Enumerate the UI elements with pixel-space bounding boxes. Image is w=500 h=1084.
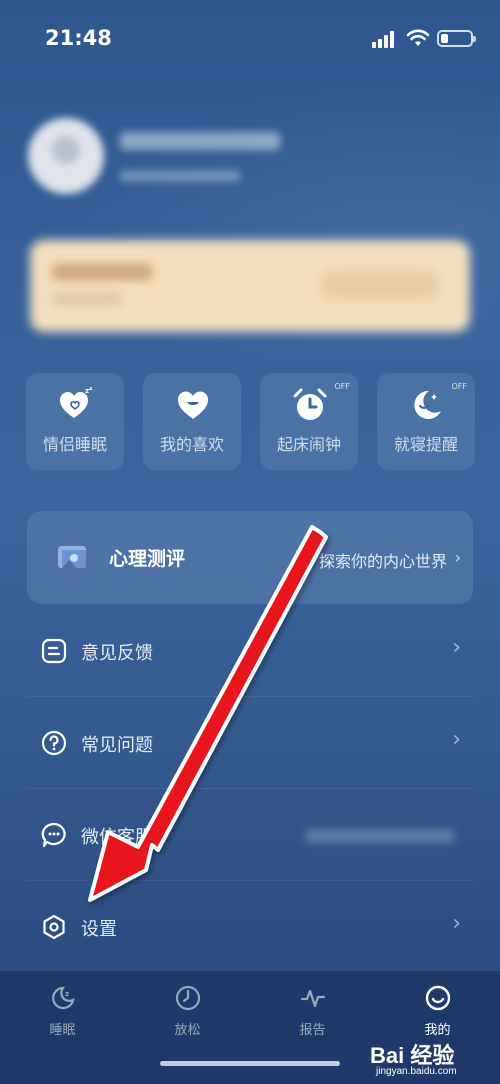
svg-text:z: z: [89, 387, 93, 392]
menu-item-feedback[interactable]: 意见反馈 ›: [27, 605, 473, 697]
psych-test-image-icon: [47, 532, 97, 582]
quick-actions: z z 情侣睡眠 我的喜欢 OFF 起床闹钟 OFF 就寝提醒: [26, 373, 480, 470]
moon-icon: [414, 390, 441, 419]
settings-menu: 意见反馈 › 常见问题 › 微信客服 设置 ›: [27, 605, 473, 972]
quick-couple-sleep[interactable]: z z 情侣睡眠: [26, 373, 124, 470]
battery-icon: [437, 30, 476, 47]
baidu-watermark: Bai 经验 jingyan.baidu.com: [370, 1038, 490, 1080]
quick-my-favorites[interactable]: 我的喜欢: [143, 373, 241, 470]
bedtime-off-badge: OFF: [451, 382, 468, 391]
wifi-icon: [406, 29, 430, 46]
psych-test-subtitle: 探索你的内心世界: [318, 552, 447, 571]
user-sub-blurred: [120, 170, 240, 182]
quick-bedtime-reminder[interactable]: OFF 就寝提醒: [377, 373, 475, 470]
feedback-icon: [41, 638, 67, 664]
heart-smile-icon: [178, 391, 208, 419]
relax-icon: [175, 985, 201, 1011]
wechat-service-icon: [41, 822, 66, 848]
profile-smile-icon: [425, 985, 451, 1011]
status-bar: 21:48: [0, 0, 500, 80]
home-indicator[interactable]: [160, 1061, 340, 1066]
sleep-moon-icon: z: [52, 986, 75, 1010]
watermark-url: jingyan.baidu.com: [376, 1066, 457, 1077]
tab-relax[interactable]: 放松: [125, 971, 250, 1051]
alarm-off-badge: OFF: [334, 382, 351, 391]
menu-item-wechat-service[interactable]: 微信客服: [27, 789, 473, 881]
quick-alarm[interactable]: OFF 起床闹钟: [260, 373, 358, 470]
cellular-signal-icon: [372, 30, 398, 48]
status-time: 21:48: [45, 26, 112, 50]
psych-test-card[interactable]: 心理测评 探索你的内心世界 ›: [27, 511, 473, 604]
chevron-right-icon: ›: [452, 911, 461, 936]
report-pulse-icon: [300, 989, 326, 1008]
chevron-right-icon: ›: [454, 548, 461, 567]
vip-banner[interactable]: [30, 240, 470, 332]
svg-text:z: z: [65, 990, 69, 998]
avatar[interactable]: [28, 118, 104, 194]
menu-item-faq[interactable]: 常见问题 ›: [27, 697, 473, 789]
chevron-right-icon: ›: [452, 727, 461, 752]
psych-test-title: 心理测评: [109, 548, 186, 570]
question-icon: [41, 730, 67, 756]
tab-report[interactable]: 报告: [250, 971, 375, 1051]
chevron-right-icon: ›: [452, 635, 461, 660]
heart-zzz-icon: z z: [60, 387, 93, 418]
user-name-blurred: [120, 132, 280, 150]
wechat-id-blurred: [305, 829, 455, 843]
vip-open-button[interactable]: [320, 270, 440, 300]
menu-item-settings[interactable]: 设置 ›: [27, 881, 473, 972]
tab-sleep[interactable]: z 睡眠: [0, 971, 125, 1051]
alarm-clock-icon: [293, 388, 327, 420]
user-profile-header[interactable]: [28, 118, 488, 208]
settings-icon: [43, 914, 65, 940]
